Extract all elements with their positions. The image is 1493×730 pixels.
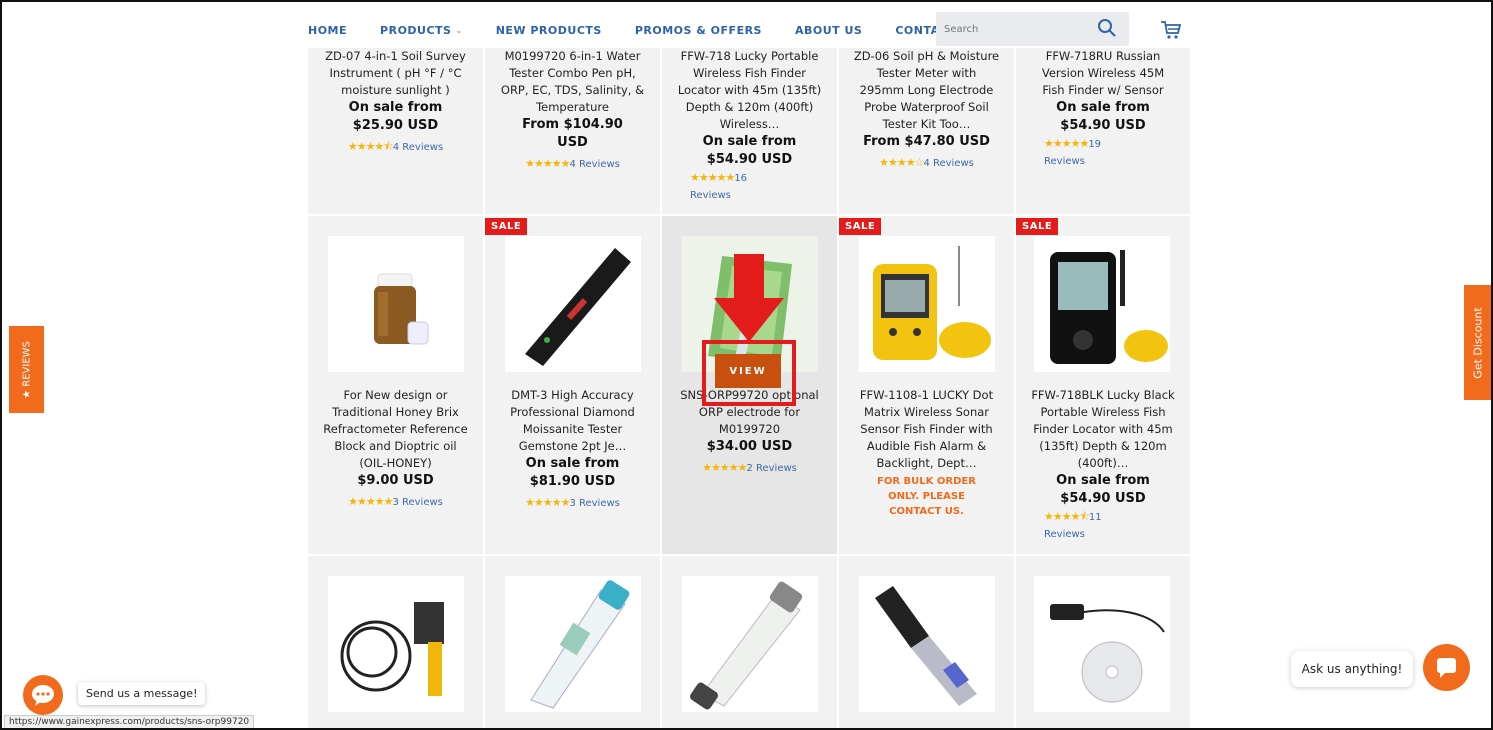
product-price: $25.90 USD [352, 118, 439, 133]
product-card[interactable] [1016, 556, 1190, 728]
reviews-tab-label: ★ REVIEWS [21, 340, 32, 399]
product-title[interactable]: FFW-718RU Russian Version Wireless 45M F… [1016, 48, 1190, 99]
cart-icon[interactable] [1160, 20, 1182, 40]
reviews-count[interactable]: 11 [1089, 512, 1102, 523]
reviews-link[interactable]: Reviews [1044, 156, 1085, 167]
product-card[interactable] [662, 556, 837, 728]
product-price: $54.90 USD [1060, 118, 1146, 133]
product-image[interactable] [328, 236, 464, 372]
chat-right-label[interactable]: Ask us anything! [1291, 651, 1413, 687]
rating-stars: ★★★★☆ [879, 156, 924, 169]
get-discount-tab[interactable]: Get Discount [1464, 285, 1491, 400]
reviews-link[interactable]: Reviews [690, 190, 731, 201]
price-label: On sale from [1056, 100, 1150, 115]
rating-stars: ★★★★★ [525, 496, 570, 509]
product-title[interactable]: DMT-3 High Accuracy Professional Diamond… [485, 387, 660, 455]
nav-home[interactable]: HOME [308, 24, 347, 37]
sale-badge: SALE [839, 218, 882, 235]
product-price: USD [557, 135, 588, 150]
reviews-link[interactable]: 2 Reviews [746, 463, 796, 474]
status-bar-url: https://www.gainexpress.com/products/sns… [4, 715, 255, 728]
search-input[interactable] [944, 23, 1094, 35]
product-image[interactable] [328, 576, 464, 712]
product-card[interactable]: M0199720 6-in-1 Water Tester Combo Pen p… [485, 44, 660, 214]
reviews-link[interactable]: 4 Reviews [569, 159, 619, 170]
product-image[interactable] [505, 576, 641, 712]
reviews-link[interactable]: 3 Reviews [392, 497, 442, 508]
product-price: $54.90 USD [1060, 491, 1146, 506]
reviews-count[interactable]: 19 [1088, 139, 1101, 150]
product-image[interactable] [859, 236, 995, 372]
nav-about[interactable]: ABOUT US [795, 24, 862, 37]
rating-stars: ★★★★⯪ [347, 140, 394, 153]
reviews-link[interactable]: Reviews [1044, 529, 1085, 540]
product-price: $81.90 USD [529, 474, 616, 489]
product-title[interactable]: FFW-718 Lucky Portable Wireless Fish Fin… [662, 48, 837, 133]
chat-message-icon[interactable] [1423, 644, 1470, 691]
product-title[interactable]: FFW-718BLK Lucky Black Portable Wireless… [1016, 387, 1190, 472]
chat-left-label[interactable]: Send us a message! [78, 682, 206, 705]
product-card[interactable]: SALE FFW-718BLK Lucky Black Portable Wir… [1016, 216, 1190, 554]
price-label: On sale from [1056, 473, 1150, 488]
reviews-count[interactable]: 16 [734, 173, 747, 184]
nav-products[interactable]: PRODUCTS ⌄ [380, 24, 463, 37]
price-label: On sale from [702, 134, 797, 149]
arrow-down-icon [714, 254, 784, 342]
product-card[interactable]: For New design or Traditional Honey Brix… [308, 216, 483, 554]
rating-stars: ★★★★★ [348, 495, 393, 508]
rating-stars: ★★★★★ [690, 171, 735, 184]
product-image[interactable] [505, 236, 641, 372]
main-nav: HOME PRODUCTS ⌄ NEW PRODUCTS PROMOS & OFF… [298, 12, 1198, 48]
chat-bubble-icon[interactable] [23, 675, 63, 715]
reviews-link[interactable]: 3 Reviews [569, 498, 619, 509]
nav-products-label[interactable]: PRODUCTS [380, 24, 451, 37]
rating-stars: ★★★★★ [1044, 137, 1089, 150]
discount-tab-label: Get Discount [1471, 306, 1485, 379]
product-card[interactable] [308, 556, 483, 728]
product-title[interactable]: ZD-07 4-in-1 Soil Survey Instrument ( pH… [308, 48, 483, 99]
reviews-link[interactable]: 4 Reviews [393, 142, 443, 153]
browser-viewport: HOME PRODUCTS ⌄ NEW PRODUCTS PROMOS & OFF… [0, 0, 1493, 730]
bulk-order-note: FOR BULK ORDER ONLY. PLEASE CONTACT US. [877, 476, 976, 517]
product-price: $9.00 USD [357, 473, 434, 488]
sale-badge: SALE [1016, 218, 1059, 235]
nav-promos[interactable]: PROMOS & OFFERS [635, 24, 762, 37]
product-card[interactable]: FFW-718RU Russian Version Wireless 45M F… [1016, 44, 1190, 214]
rating-stars: ★★★★⯪ [1044, 510, 1090, 523]
price-label: From $104.90 [522, 117, 623, 132]
reviews-link[interactable]: 4 Reviews [923, 158, 973, 169]
product-card[interactable]: ZD-07 4-in-1 Soil Survey Instrument ( pH… [308, 44, 483, 214]
product-title[interactable]: M0199720 6-in-1 Water Tester Combo Pen p… [485, 48, 660, 116]
product-price: $54.90 USD [706, 152, 793, 167]
price-label: On sale from [348, 100, 443, 115]
price-label: From $47.80 USD [863, 134, 990, 149]
rating-stars: ★★★★★ [702, 461, 747, 474]
product-card[interactable] [839, 556, 1014, 728]
product-card[interactable] [485, 556, 660, 728]
product-image[interactable] [1034, 576, 1170, 712]
price-label: On sale from [525, 456, 620, 471]
nav-new-products[interactable]: NEW PRODUCTS [496, 24, 602, 37]
highlight-box [702, 340, 796, 406]
product-image[interactable] [859, 576, 995, 712]
chevron-down-icon: ⌄ [455, 25, 463, 35]
product-card[interactable]: SALE FFW-1108-1 LUCKY Dot Matrix Wireles… [839, 216, 1014, 554]
rating-stars: ★★★★★ [525, 157, 570, 170]
product-card[interactable]: FFW-718 Lucky Portable Wireless Fish Fin… [662, 44, 837, 214]
product-title[interactable]: FFW-1108-1 LUCKY Dot Matrix Wireless Son… [839, 387, 1014, 472]
search-box [936, 12, 1129, 46]
product-image[interactable] [682, 576, 818, 712]
product-title[interactable]: For New design or Traditional Honey Brix… [308, 387, 483, 472]
sale-badge: SALE [485, 218, 528, 235]
reviews-side-tab[interactable]: ★ REVIEWS [9, 326, 44, 413]
search-icon[interactable] [1097, 18, 1117, 38]
product-price: $34.00 USD [706, 439, 793, 454]
product-card[interactable]: SALE DMT-3 High Accuracy Professional Di… [485, 216, 660, 554]
product-title[interactable]: ZD-06 Soil pH & Moisture Tester Meter wi… [839, 48, 1014, 133]
product-card[interactable]: ZD-06 Soil pH & Moisture Tester Meter wi… [839, 44, 1014, 214]
product-image[interactable] [1034, 236, 1170, 372]
